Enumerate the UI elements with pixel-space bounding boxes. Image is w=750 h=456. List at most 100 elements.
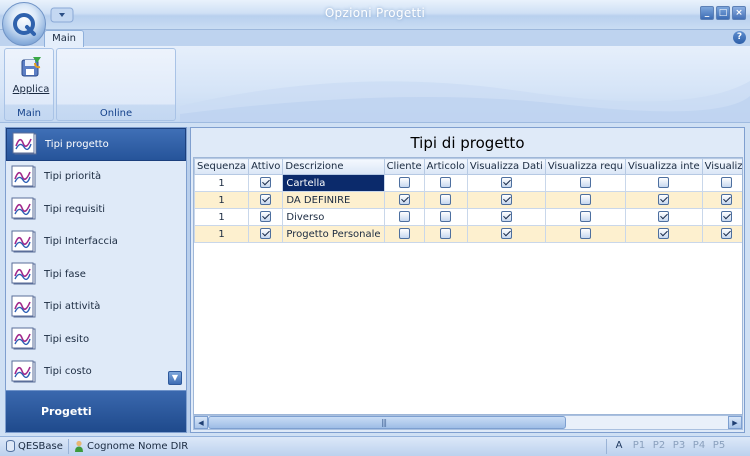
checkbox[interactable] bbox=[440, 211, 452, 223]
checkbox[interactable] bbox=[720, 228, 732, 240]
navigation-panel: Tipi progetto Tipi priorità Tipi requisi… bbox=[5, 127, 187, 433]
cell-vis-req bbox=[544, 208, 626, 226]
checkbox[interactable] bbox=[398, 228, 410, 240]
nav-item-tipi-requisiti[interactable]: Tipi requisiti bbox=[6, 193, 186, 226]
cell-vis-dati bbox=[466, 208, 546, 226]
cell-attivo bbox=[248, 191, 284, 209]
table-row[interactable]: 1 DA DEFINIRE bbox=[194, 191, 742, 209]
cell-descrizione[interactable]: Diverso bbox=[282, 208, 385, 226]
checkbox[interactable] bbox=[260, 228, 272, 240]
horizontal-scrollbar[interactable]: ◀ ||| ▶ bbox=[193, 415, 743, 430]
nav-item-label: Tipi costo bbox=[44, 366, 92, 378]
cell-articolo bbox=[423, 225, 468, 243]
cell-sequenza[interactable]: 1 bbox=[194, 174, 250, 192]
user-icon bbox=[75, 440, 83, 452]
column-header-descrizione[interactable]: Descrizione bbox=[282, 158, 385, 175]
scroll-left-icon[interactable]: ◀ bbox=[194, 416, 208, 429]
checkbox[interactable] bbox=[500, 228, 512, 240]
nav-item-tipi-progetto[interactable]: Tipi progetto bbox=[6, 128, 186, 161]
minimize-button[interactable]: _ bbox=[700, 6, 714, 20]
maximize-button[interactable]: □ bbox=[716, 6, 730, 20]
checkbox[interactable] bbox=[658, 228, 670, 240]
cell-vis-x bbox=[701, 191, 742, 209]
column-header-visualizza-more[interactable]: Visualizz bbox=[701, 158, 742, 175]
cell-sequenza[interactable]: 1 bbox=[194, 191, 250, 209]
status-indicator-a: A bbox=[615, 440, 623, 451]
checkbox[interactable] bbox=[440, 228, 452, 240]
cell-articolo bbox=[423, 174, 468, 192]
group-label-main: Main bbox=[17, 108, 41, 119]
nav-item-tipi-priorita[interactable]: Tipi priorità bbox=[6, 161, 186, 194]
checkbox[interactable] bbox=[440, 194, 452, 206]
nav-item-label: Tipi progetto bbox=[45, 138, 109, 150]
checkbox[interactable] bbox=[579, 211, 591, 223]
cell-vis-int bbox=[624, 174, 703, 192]
cell-descrizione[interactable]: DA DEFINIRE bbox=[282, 191, 385, 209]
nav-scroll-down-icon[interactable]: ▼ bbox=[168, 371, 182, 385]
column-header-visualizza-dati[interactable]: Visualizza Dati bbox=[466, 158, 546, 175]
checkbox[interactable] bbox=[398, 211, 410, 223]
grid-title: Tipi di progetto bbox=[410, 134, 525, 152]
column-header-visualizza-requisiti[interactable]: Visualizza requ bbox=[544, 158, 626, 175]
checkbox[interactable] bbox=[579, 194, 591, 206]
tab-main[interactable]: Main bbox=[44, 30, 84, 47]
checkbox[interactable] bbox=[260, 194, 272, 206]
checkbox[interactable] bbox=[720, 177, 732, 189]
application-orb-button[interactable] bbox=[2, 2, 46, 46]
table-row[interactable]: 1 Diverso bbox=[194, 208, 742, 226]
column-header-articolo[interactable]: Articolo bbox=[423, 158, 468, 175]
cell-vis-int bbox=[624, 208, 703, 226]
cell-sequenza[interactable]: 1 bbox=[194, 225, 250, 243]
checkbox[interactable] bbox=[579, 177, 591, 189]
column-header-visualizza-interfaccia[interactable]: Visualizza inte bbox=[624, 158, 703, 175]
status-database: QESBase bbox=[6, 440, 63, 452]
cell-descrizione[interactable]: Cartella bbox=[282, 174, 385, 192]
title-bar: Opzioni Progetti _ □ × bbox=[0, 0, 750, 30]
checkbox[interactable] bbox=[658, 177, 670, 189]
status-indicator-p5: P5 bbox=[712, 440, 726, 451]
cell-vis-x bbox=[701, 208, 742, 226]
applica-label: Applica bbox=[12, 84, 50, 95]
checkbox[interactable] bbox=[500, 211, 512, 223]
column-header-sequenza[interactable]: Sequenza bbox=[194, 158, 250, 175]
checkbox[interactable] bbox=[658, 194, 670, 206]
wave-chart-icon bbox=[10, 359, 38, 385]
applica-button[interactable]: Applica bbox=[11, 53, 51, 101]
checkbox[interactable] bbox=[579, 228, 591, 240]
checkbox[interactable] bbox=[260, 177, 272, 189]
scrollbar-thumb[interactable]: ||| bbox=[208, 416, 566, 429]
column-header-attivo[interactable]: Attivo bbox=[248, 158, 284, 175]
scroll-right-icon[interactable]: ▶ bbox=[728, 416, 742, 429]
table-row[interactable]: 1 Progetto Personale bbox=[194, 225, 742, 243]
nav-item-tipi-interfaccia[interactable]: Tipi Interfaccia bbox=[6, 226, 186, 259]
cell-cliente bbox=[383, 208, 425, 226]
checkbox[interactable] bbox=[500, 177, 512, 189]
column-header-cliente[interactable]: Cliente bbox=[383, 158, 425, 175]
checkbox[interactable] bbox=[720, 194, 732, 206]
nav-item-tipi-fase[interactable]: Tipi fase bbox=[6, 258, 186, 291]
checkbox[interactable] bbox=[720, 211, 732, 223]
checkbox[interactable] bbox=[398, 177, 410, 189]
ribbon-group-online: Online bbox=[56, 48, 176, 121]
cell-descrizione[interactable]: Progetto Personale bbox=[282, 225, 385, 243]
checkbox[interactable] bbox=[658, 211, 670, 223]
help-icon[interactable]: ? bbox=[733, 31, 746, 44]
cell-cliente bbox=[383, 174, 425, 192]
checkbox[interactable] bbox=[500, 194, 512, 206]
wave-chart-icon bbox=[10, 294, 38, 320]
grid-table: Sequenza Attivo Descrizione Cliente Arti… bbox=[194, 158, 742, 243]
checkbox[interactable] bbox=[398, 194, 410, 206]
table-row[interactable]: 1 Cartella bbox=[194, 174, 742, 192]
checkbox[interactable] bbox=[440, 177, 452, 189]
group-label-online: Online bbox=[99, 108, 133, 119]
nav-item-tipi-esito[interactable]: Tipi esito bbox=[6, 323, 186, 356]
checkbox[interactable] bbox=[260, 211, 272, 223]
nav-item-tipi-costo[interactable]: Tipi costo bbox=[6, 356, 186, 389]
cell-sequenza[interactable]: 1 bbox=[194, 208, 250, 226]
status-user: Cognome Nome DIR bbox=[74, 440, 188, 453]
nav-item-tipi-attivita[interactable]: Tipi attività bbox=[6, 291, 186, 324]
cell-vis-dati bbox=[466, 191, 546, 209]
nav-footer-progetti[interactable]: Progetti bbox=[6, 390, 186, 432]
close-button[interactable]: × bbox=[732, 6, 746, 20]
nav-list: Tipi progetto Tipi priorità Tipi requisi… bbox=[6, 128, 186, 390]
